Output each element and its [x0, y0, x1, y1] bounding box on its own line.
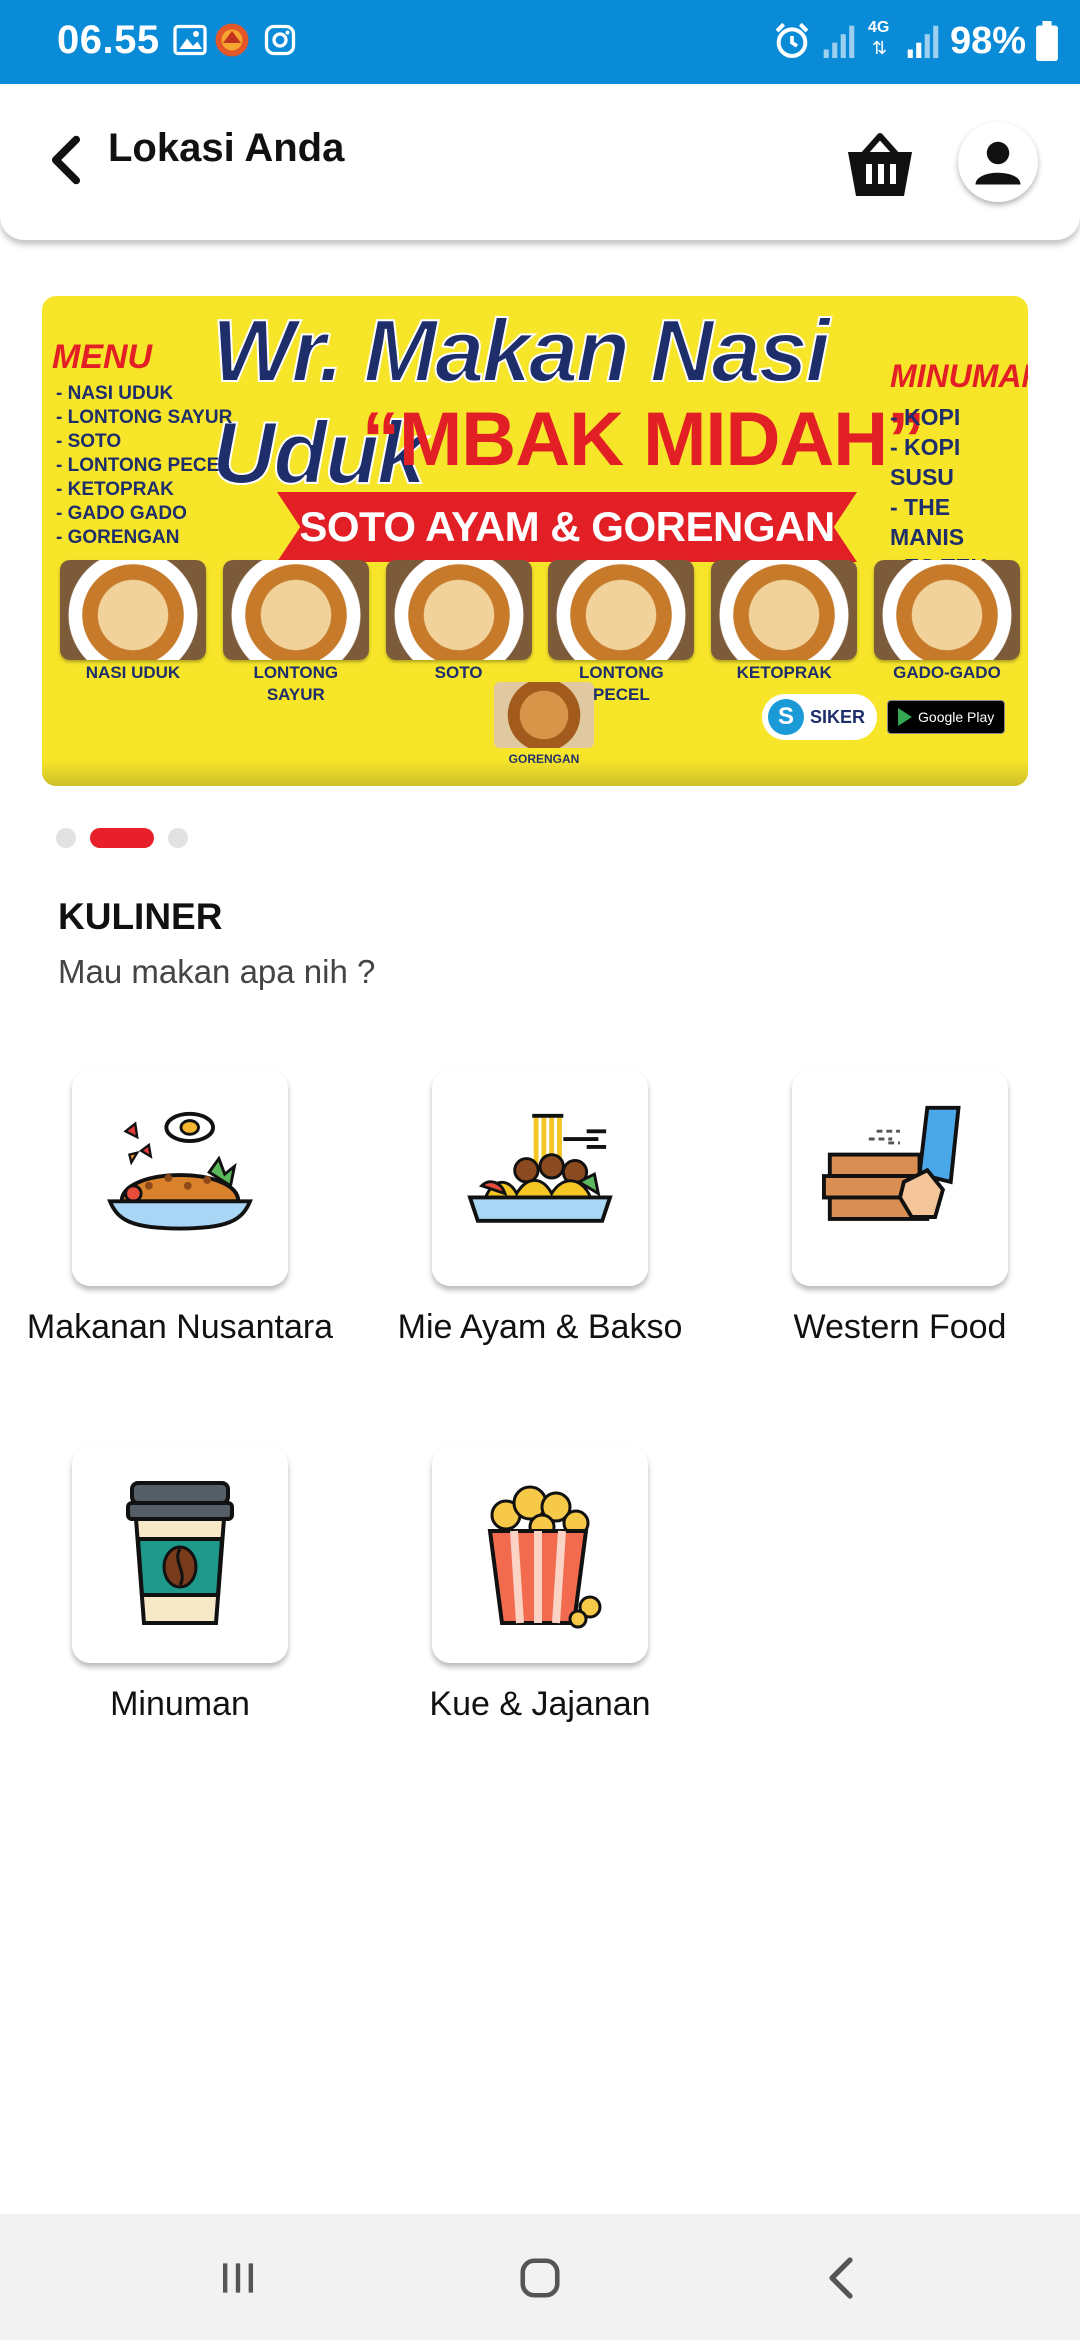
category-label[interactable]: Western Food — [700, 1308, 1080, 1347]
siker-badge: S SIKER — [762, 694, 878, 740]
banner-shade — [42, 760, 1028, 786]
category-label[interactable]: Mie Ayam & Bakso — [340, 1308, 740, 1347]
page-title: Lokasi Anda — [108, 126, 345, 170]
carousel-indicator — [56, 828, 188, 848]
coffee-cup-icon — [126, 1481, 234, 1625]
banner-subtitle: “MBAK MIDAH” — [362, 397, 925, 482]
google-play-label: Google Play — [918, 709, 995, 725]
back-button[interactable] — [40, 124, 92, 196]
promo-banner[interactable]: Wr. Makan Nasi Uduk “MBAK MIDAH” SOTO AY… — [42, 296, 1028, 786]
cart-button[interactable] — [840, 130, 920, 202]
category-label[interactable]: Minuman — [0, 1685, 380, 1724]
banner-drink-heading: MINUMAN — [890, 358, 1028, 394]
food-caption: NASI UDUK — [85, 663, 181, 682]
category-western-food[interactable] — [792, 1070, 1008, 1286]
menu-item: - LONTONG PECEL — [56, 455, 231, 476]
gallery-icon — [173, 24, 207, 56]
menu-item: - KETOPRAK — [56, 479, 174, 500]
battery-percent: 98% — [949, 19, 1026, 62]
system-back-button[interactable] — [802, 2248, 882, 2308]
food-photo — [385, 560, 532, 660]
network-label: 4G — [867, 19, 890, 36]
app-header: Lokasi Anda — [0, 84, 1080, 240]
battery-icon — [1036, 21, 1058, 61]
drink-item: - KOPI — [890, 404, 961, 430]
user-icon — [975, 141, 1021, 185]
alarm-icon — [775, 22, 809, 59]
app-icon — [215, 23, 249, 57]
google-play-badge: Google Play — [887, 700, 1006, 734]
category-label[interactable]: Makanan Nusantara — [0, 1308, 380, 1347]
signal-icon — [823, 25, 855, 58]
popcorn-icon — [487, 1485, 602, 1629]
recent-apps-icon — [222, 2263, 254, 2293]
back-arrow-icon — [51, 135, 81, 185]
food-photo — [548, 560, 695, 660]
system-nav-bar — [0, 2214, 1080, 2340]
banner-image: Wr. Makan Nasi Uduk “MBAK MIDAH” SOTO AY… — [42, 296, 1028, 786]
banner-menu-list: - NASI UDUK - LONTONG SAYUR - SOTO - LON… — [56, 382, 232, 550]
back-icon — [829, 2257, 853, 2299]
carousel-dot[interactable] — [56, 828, 76, 848]
menu-item: - LONTONG SAYUR — [56, 407, 233, 428]
category-label[interactable]: Kue & Jajanan — [340, 1685, 740, 1724]
food-photo — [222, 560, 369, 660]
menu-item: - SOTO — [56, 431, 122, 452]
banner-ribbon: SOTO AYAM & GORENGAN — [277, 492, 857, 562]
banner-food-photos — [60, 560, 1020, 670]
food-photo-center — [494, 682, 594, 748]
siker-logo-icon: S — [768, 699, 804, 735]
category-kue-jajanan[interactable] — [432, 1447, 648, 1663]
status-bar: 06.55 4G ⇅ 98% — [0, 0, 1080, 84]
food-photo — [873, 560, 1020, 660]
banner-drink-list: - KOPI - KOPI SUSU - THE MANIS - ES TEH. — [890, 402, 1028, 582]
recent-apps-button[interactable] — [198, 2248, 278, 2308]
data-arrows-icon: ⇅ — [871, 38, 888, 58]
home-icon — [520, 2258, 560, 2298]
carousel-dot-active[interactable] — [90, 828, 154, 848]
instagram-icon — [264, 24, 296, 56]
banner-menu-heading: MENU — [52, 338, 153, 376]
basket-icon — [848, 133, 912, 196]
menu-item: - GORENGAN — [56, 527, 180, 548]
pizza-delivery-icon — [822, 1105, 961, 1221]
fried-rice-icon — [107, 1111, 253, 1231]
play-store-icon — [898, 708, 913, 726]
drink-item: - KOPI SUSU — [890, 434, 961, 490]
category-mie-ayam-bakso[interactable] — [432, 1070, 648, 1286]
food-caption: LONTONG SAYUR — [253, 663, 339, 704]
home-button[interactable] — [500, 2248, 580, 2308]
food-photo — [60, 560, 206, 660]
profile-button[interactable] — [958, 122, 1038, 202]
section-subtitle: Mau makan apa nih ? — [58, 953, 376, 990]
carousel-dot[interactable] — [168, 828, 188, 848]
food-photo — [711, 560, 858, 660]
network-type: 4G ⇅ — [866, 19, 896, 63]
status-time: 06.55 — [57, 18, 160, 62]
menu-item: - GADO GADO — [56, 503, 187, 524]
banner-badges: S SIKER Google Play — [762, 694, 1006, 740]
menu-item: - NASI UDUK — [56, 383, 174, 404]
siker-label: SIKER — [810, 706, 866, 727]
section-title: KULINER — [58, 896, 223, 937]
signal-icon-2 — [907, 25, 939, 58]
noodle-bowl-icon — [467, 1113, 613, 1223]
status-indicators: 4G ⇅ 98% — [772, 16, 1058, 66]
category-minuman[interactable] — [72, 1447, 288, 1663]
category-makanan-nusantara[interactable] — [72, 1070, 288, 1286]
drink-item: - THE MANIS — [890, 494, 965, 550]
